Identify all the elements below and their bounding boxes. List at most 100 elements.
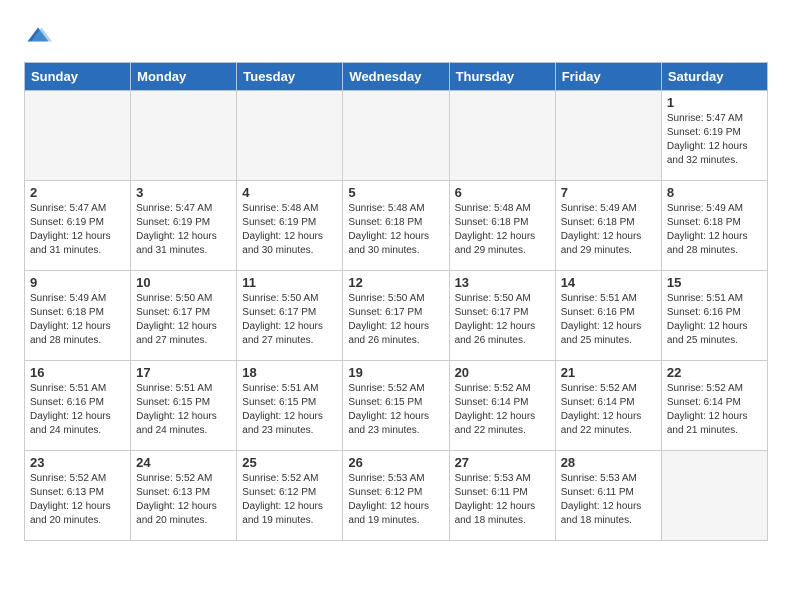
calendar-cell: 3 Sunrise: 5:47 AM Sunset: 6:19 PM Daylig… xyxy=(131,181,237,271)
calendar-cell: 20 Sunrise: 5:52 AM Sunset: 6:14 PM Dayli… xyxy=(449,361,555,451)
day-info: Sunrise: 5:49 AM Sunset: 6:18 PM Dayligh… xyxy=(667,202,762,258)
weekday-header-thursday: Thursday xyxy=(449,63,555,91)
day-info: Sunrise: 5:47 AM Sunset: 6:19 PM Dayligh… xyxy=(667,112,762,168)
day-number: 17 xyxy=(136,365,231,380)
day-number: 20 xyxy=(455,365,550,380)
day-number: 28 xyxy=(561,455,656,470)
day-number: 1 xyxy=(667,95,762,110)
day-info: Sunrise: 5:47 AM Sunset: 6:19 PM Dayligh… xyxy=(136,202,231,258)
logo xyxy=(24,24,58,52)
day-number: 6 xyxy=(455,185,550,200)
day-number: 22 xyxy=(667,365,762,380)
calendar-cell: 25Sunrise: 5:52 AM Sunset: 6:12 PM Dayli… xyxy=(237,451,343,541)
day-number: 21 xyxy=(561,365,656,380)
day-number: 11 xyxy=(242,275,337,290)
calendar-cell: 8 Sunrise: 5:49 AM Sunset: 6:18 PM Daylig… xyxy=(661,181,767,271)
calendar-cell: 6 Sunrise: 5:48 AM Sunset: 6:18 PM Daylig… xyxy=(449,181,555,271)
page-container: SundayMondayTuesdayWednesdayThursdayFrid… xyxy=(0,0,792,561)
day-info: Sunrise: 5:51 AM Sunset: 6:15 PM Dayligh… xyxy=(242,382,337,438)
day-info: Sunrise: 5:49 AM Sunset: 6:18 PM Dayligh… xyxy=(30,292,125,348)
calendar-cell: 19 Sunrise: 5:52 AM Sunset: 6:15 PM Dayli… xyxy=(343,361,449,451)
day-info: Sunrise: 5:51 AM Sunset: 6:16 PM Dayligh… xyxy=(667,292,762,348)
day-info: Sunrise: 5:50 AM Sunset: 6:17 PM Dayligh… xyxy=(348,292,443,348)
weekday-header-tuesday: Tuesday xyxy=(237,63,343,91)
calendar-table: SundayMondayTuesdayWednesdayThursdayFrid… xyxy=(24,62,768,541)
day-number: 14 xyxy=(561,275,656,290)
calendar-cell: 26 Sunrise: 5:53 AM Sunset: 6:12 PM Dayli… xyxy=(343,451,449,541)
calendar-cell: 27 Sunrise: 5:53 AM Sunset: 6:11 PM Dayli… xyxy=(449,451,555,541)
calendar-cell: 5 Sunrise: 5:48 AM Sunset: 6:18 PM Daylig… xyxy=(343,181,449,271)
weekday-header-friday: Friday xyxy=(555,63,661,91)
day-number: 12 xyxy=(348,275,443,290)
day-number: 3 xyxy=(136,185,231,200)
weekday-header-row: SundayMondayTuesdayWednesdayThursdayFrid… xyxy=(25,63,768,91)
calendar-cell: 11 Sunrise: 5:50 AM Sunset: 6:17 PM Dayli… xyxy=(237,271,343,361)
calendar-cell: 22 Sunrise: 5:52 AM Sunset: 6:14 PM Dayli… xyxy=(661,361,767,451)
calendar-cell: 1 Sunrise: 5:47 AM Sunset: 6:19 PM Daylig… xyxy=(661,91,767,181)
calendar-cell: 21 Sunrise: 5:52 AM Sunset: 6:14 PM Dayli… xyxy=(555,361,661,451)
calendar-cell: 13 Sunrise: 5:50 AM Sunset: 6:17 PM Dayli… xyxy=(449,271,555,361)
calendar-cell: 15 Sunrise: 5:51 AM Sunset: 6:16 PM Dayli… xyxy=(661,271,767,361)
calendar-cell: 2 Sunrise: 5:47 AM Sunset: 6:19 PM Daylig… xyxy=(25,181,131,271)
day-info: Sunrise: 5:48 AM Sunset: 6:18 PM Dayligh… xyxy=(348,202,443,258)
day-info: Sunrise: 5:50 AM Sunset: 6:17 PM Dayligh… xyxy=(455,292,550,348)
day-info: Sunrise: 5:53 AM Sunset: 6:12 PM Dayligh… xyxy=(348,472,443,528)
calendar-week-row: 23Sunrise: 5:52 AM Sunset: 6:13 PM Dayli… xyxy=(25,451,768,541)
weekday-header-wednesday: Wednesday xyxy=(343,63,449,91)
day-info: Sunrise: 5:52 AM Sunset: 6:12 PM Dayligh… xyxy=(242,472,337,528)
day-number: 19 xyxy=(348,365,443,380)
day-info: Sunrise: 5:50 AM Sunset: 6:17 PM Dayligh… xyxy=(136,292,231,348)
calendar-week-row: 2 Sunrise: 5:47 AM Sunset: 6:19 PM Daylig… xyxy=(25,181,768,271)
calendar-week-row: 1 Sunrise: 5:47 AM Sunset: 6:19 PM Daylig… xyxy=(25,91,768,181)
calendar-cell: 23Sunrise: 5:52 AM Sunset: 6:13 PM Dayli… xyxy=(25,451,131,541)
day-number: 5 xyxy=(348,185,443,200)
day-number: 26 xyxy=(348,455,443,470)
calendar-cell xyxy=(237,91,343,181)
day-info: Sunrise: 5:51 AM Sunset: 6:15 PM Dayligh… xyxy=(136,382,231,438)
calendar-week-row: 16 Sunrise: 5:51 AM Sunset: 6:16 PM Dayli… xyxy=(25,361,768,451)
day-info: Sunrise: 5:51 AM Sunset: 6:16 PM Dayligh… xyxy=(561,292,656,348)
day-number: 18 xyxy=(242,365,337,380)
day-info: Sunrise: 5:52 AM Sunset: 6:14 PM Dayligh… xyxy=(667,382,762,438)
calendar-cell xyxy=(555,91,661,181)
calendar-cell: 10Sunrise: 5:50 AM Sunset: 6:17 PM Dayli… xyxy=(131,271,237,361)
day-info: Sunrise: 5:52 AM Sunset: 6:13 PM Dayligh… xyxy=(136,472,231,528)
day-info: Sunrise: 5:52 AM Sunset: 6:14 PM Dayligh… xyxy=(455,382,550,438)
calendar-cell: 7 Sunrise: 5:49 AM Sunset: 6:18 PM Daylig… xyxy=(555,181,661,271)
day-number: 4 xyxy=(242,185,337,200)
day-number: 13 xyxy=(455,275,550,290)
day-number: 2 xyxy=(30,185,125,200)
calendar-cell: 18 Sunrise: 5:51 AM Sunset: 6:15 PM Dayli… xyxy=(237,361,343,451)
day-info: Sunrise: 5:49 AM Sunset: 6:18 PM Dayligh… xyxy=(561,202,656,258)
calendar-cell: 14 Sunrise: 5:51 AM Sunset: 6:16 PM Dayli… xyxy=(555,271,661,361)
weekday-header-saturday: Saturday xyxy=(661,63,767,91)
day-number: 15 xyxy=(667,275,762,290)
calendar-cell: 28 Sunrise: 5:53 AM Sunset: 6:11 PM Dayli… xyxy=(555,451,661,541)
calendar-cell xyxy=(131,91,237,181)
calendar-cell: 16 Sunrise: 5:51 AM Sunset: 6:16 PM Dayli… xyxy=(25,361,131,451)
weekday-header-monday: Monday xyxy=(131,63,237,91)
day-info: Sunrise: 5:47 AM Sunset: 6:19 PM Dayligh… xyxy=(30,202,125,258)
calendar-week-row: 9Sunrise: 5:49 AM Sunset: 6:18 PM Daylig… xyxy=(25,271,768,361)
day-number: 7 xyxy=(561,185,656,200)
day-info: Sunrise: 5:48 AM Sunset: 6:19 PM Dayligh… xyxy=(242,202,337,258)
day-info: Sunrise: 5:53 AM Sunset: 6:11 PM Dayligh… xyxy=(455,472,550,528)
day-number: 27 xyxy=(455,455,550,470)
day-info: Sunrise: 5:53 AM Sunset: 6:11 PM Dayligh… xyxy=(561,472,656,528)
logo-icon xyxy=(24,24,52,52)
day-info: Sunrise: 5:48 AM Sunset: 6:18 PM Dayligh… xyxy=(455,202,550,258)
day-number: 8 xyxy=(667,185,762,200)
day-info: Sunrise: 5:51 AM Sunset: 6:16 PM Dayligh… xyxy=(30,382,125,438)
day-number: 24 xyxy=(136,455,231,470)
day-info: Sunrise: 5:52 AM Sunset: 6:14 PM Dayligh… xyxy=(561,382,656,438)
calendar-cell: 4 Sunrise: 5:48 AM Sunset: 6:19 PM Daylig… xyxy=(237,181,343,271)
day-info: Sunrise: 5:52 AM Sunset: 6:15 PM Dayligh… xyxy=(348,382,443,438)
header xyxy=(24,20,768,52)
weekday-header-sunday: Sunday xyxy=(25,63,131,91)
day-info: Sunrise: 5:50 AM Sunset: 6:17 PM Dayligh… xyxy=(242,292,337,348)
day-info: Sunrise: 5:52 AM Sunset: 6:13 PM Dayligh… xyxy=(30,472,125,528)
day-number: 16 xyxy=(30,365,125,380)
calendar-cell xyxy=(661,451,767,541)
calendar-cell: 9Sunrise: 5:49 AM Sunset: 6:18 PM Daylig… xyxy=(25,271,131,361)
calendar-cell: 17 Sunrise: 5:51 AM Sunset: 6:15 PM Dayli… xyxy=(131,361,237,451)
